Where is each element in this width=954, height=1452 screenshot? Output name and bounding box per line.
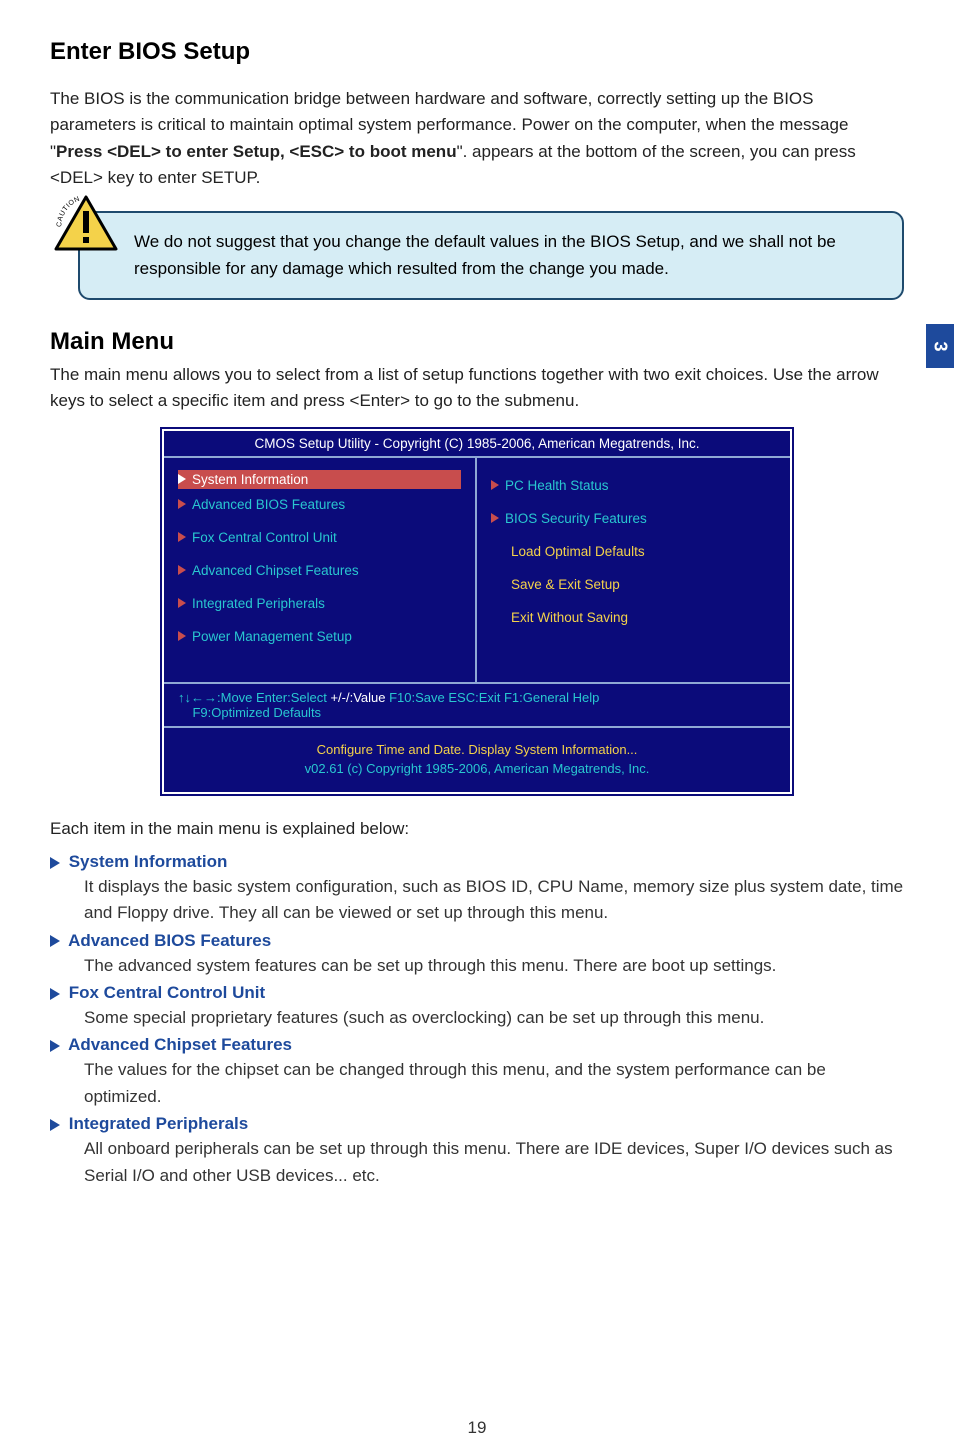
bios-menu-item-selected[interactable]: System Information (178, 470, 461, 489)
caution-triangle-icon: CAUTION (52, 193, 120, 253)
bios-screen: CMOS Setup Utility - Copyright (C) 1985-… (162, 429, 792, 794)
list-item-body: Some special proprietary features (such … (84, 1005, 904, 1031)
page-number: 19 (0, 1418, 954, 1438)
menu-arrow-icon (491, 480, 499, 490)
list-item-body: All onboard peripherals can be set up th… (84, 1136, 904, 1189)
section1-para-bold: Press <DEL> to enter Setup, <ESC> to boo… (56, 142, 457, 161)
menu-arrow-icon (178, 598, 186, 608)
bios-title-bar: CMOS Setup Utility - Copyright (C) 1985-… (164, 431, 790, 456)
bios-menu-label: Load Optimal Defaults (511, 544, 645, 559)
list-arrow-icon (50, 935, 60, 947)
menu-arrow-icon (491, 513, 499, 523)
list-item-title: Integrated Peripherals (64, 1114, 248, 1133)
bios-menu-item[interactable]: BIOS Security Features (491, 511, 776, 526)
bios-footer: Configure Time and Date. Display System … (164, 728, 790, 792)
bios-menu-item[interactable]: Integrated Peripherals (178, 596, 461, 611)
list-arrow-icon (50, 857, 60, 869)
bios-menu-label: Exit Without Saving (511, 610, 628, 625)
section1-title: Enter BIOS Setup (50, 38, 904, 66)
section2-title: Main Menu (50, 328, 904, 356)
list-item-title: Advanced BIOS Features (64, 931, 271, 950)
bios-help-line1-left: ↑↓←→:Move Enter:Select (178, 690, 330, 705)
bios-menu-label: PC Health Status (505, 478, 609, 493)
bios-menu-label: Advanced BIOS Features (192, 497, 345, 512)
menu-arrow-icon (178, 532, 186, 542)
bios-menu-item[interactable]: Exit Without Saving (491, 610, 776, 625)
bios-menu-item[interactable]: Power Management Setup (178, 629, 461, 644)
bios-menu-label: Fox Central Control Unit (192, 530, 337, 545)
bios-menu-item[interactable]: Load Optimal Defaults (491, 544, 776, 559)
bios-footer-line1: Configure Time and Date. Display System … (164, 742, 790, 757)
bios-menu-item[interactable]: Advanced BIOS Features (178, 497, 461, 512)
list-item-title: System Information (64, 852, 227, 871)
bios-menu-label: Advanced Chipset Features (192, 563, 359, 578)
bios-menu-item[interactable]: Advanced Chipset Features (178, 563, 461, 578)
list-item-heading: Fox Central Control Unit (50, 983, 904, 1003)
menu-arrow-icon (178, 474, 186, 484)
bios-menu-label: System Information (192, 472, 308, 487)
bios-menu-label: Power Management Setup (192, 629, 352, 644)
bios-menu-item[interactable]: PC Health Status (491, 478, 776, 493)
section1-para: The BIOS is the communication bridge bet… (50, 86, 904, 191)
list-item-heading: Integrated Peripherals (50, 1114, 904, 1134)
list-item-title: Advanced Chipset Features (64, 1035, 292, 1054)
explain-intro: Each item in the main menu is explained … (50, 816, 904, 842)
caution-text: We do not suggest that you change the de… (134, 229, 878, 282)
bios-footer-line2: v02.61 (c) Copyright 1985-2006, American… (164, 761, 790, 776)
bios-help-line1-right: F10:Save ESC:Exit F1:General Help (386, 690, 600, 705)
bios-help-row: ↑↓←→:Move Enter:Select +/-/:Value F10:Sa… (164, 684, 790, 728)
menu-arrow-icon (178, 631, 186, 641)
list-arrow-icon (50, 1119, 60, 1131)
list-item-heading: Advanced BIOS Features (50, 931, 904, 951)
menu-arrow-icon (178, 565, 186, 575)
list-arrow-icon (50, 1040, 60, 1052)
bios-menu-item[interactable]: Fox Central Control Unit (178, 530, 461, 545)
section2-para: The main menu allows you to select from … (50, 362, 904, 415)
list-item-body: It displays the basic system configurati… (84, 874, 904, 927)
side-tab-label: 3 (929, 341, 950, 351)
side-tab: 3 (926, 324, 954, 368)
bios-help-line1-white: +/-/:Value (330, 690, 385, 705)
bios-menu-label: Save & Exit Setup (511, 577, 620, 592)
list-item-heading: Advanced Chipset Features (50, 1035, 904, 1055)
bios-left-column: System Information Advanced BIOS Features… (164, 458, 477, 682)
list-arrow-icon (50, 988, 60, 1000)
menu-arrow-icon (178, 499, 186, 509)
bios-menu-item[interactable]: Save & Exit Setup (491, 577, 776, 592)
bios-help-line2: F9:Optimized Defaults (192, 705, 321, 720)
bios-right-column: PC Health Status BIOS Security Features Lo… (477, 458, 790, 682)
caution-box: We do not suggest that you change the de… (78, 211, 904, 300)
list-item-title: Fox Central Control Unit (64, 983, 265, 1002)
bios-menu-grid: System Information Advanced BIOS Features… (164, 456, 790, 684)
items-section: System Information It displays the basic … (50, 852, 904, 1189)
list-item-body: The values for the chipset can be change… (84, 1057, 904, 1110)
list-item-heading: System Information (50, 852, 904, 872)
bios-menu-label: BIOS Security Features (505, 511, 647, 526)
caution-block: CAUTION We do not suggest that you chang… (50, 211, 904, 300)
bios-menu-label: Integrated Peripherals (192, 596, 325, 611)
list-item-body: The advanced system features can be set … (84, 953, 904, 979)
